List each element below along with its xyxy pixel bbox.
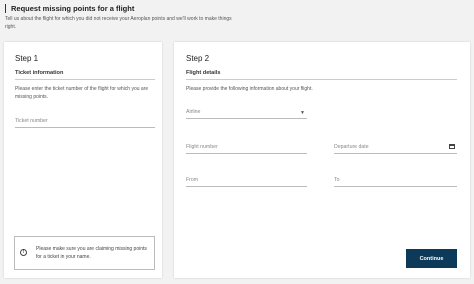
- flight-number-field[interactable]: Flight number: [186, 144, 307, 154]
- step1-card: Step 1 Ticket information Please enter t…: [4, 42, 162, 278]
- ticket-info-heading: Ticket information: [15, 70, 64, 76]
- page-title: Request missing points for a flight: [11, 3, 135, 13]
- step2-instructions: Please provide the following information…: [186, 86, 313, 92]
- from-placeholder: From: [186, 177, 199, 183]
- departure-date-field[interactable]: Departure date: [334, 144, 457, 154]
- calendar-icon[interactable]: [449, 144, 455, 149]
- title-accent-bar: [5, 3, 6, 13]
- page-intro: Tell us about the flight for which you d…: [5, 16, 232, 30]
- section-divider: [15, 79, 155, 80]
- notice-box: ! Please make sure you are claiming miss…: [14, 236, 155, 270]
- ticket-number-field[interactable]: Ticket number: [15, 118, 155, 128]
- departure-date-placeholder: Departure date: [334, 144, 369, 150]
- page-title-row: Request missing points for a flight: [5, 2, 134, 14]
- flight-details-heading: Flight details: [186, 70, 221, 76]
- notice-text: Please make sure you are claiming missin…: [36, 246, 147, 260]
- step2-card: Step 2 Flight details Please provide the…: [174, 42, 470, 278]
- to-placeholder: To: [334, 177, 340, 183]
- from-field[interactable]: From: [186, 177, 307, 187]
- flight-number-placeholder: Flight number: [186, 144, 218, 150]
- ticket-number-placeholder: Ticket number: [15, 118, 48, 124]
- airline-select[interactable]: Airline ▼: [186, 109, 307, 119]
- chevron-down-icon: ▼: [300, 110, 305, 116]
- continue-button[interactable]: Continue: [406, 249, 457, 268]
- to-field[interactable]: To: [334, 177, 457, 187]
- step1-heading: Step 1: [15, 54, 39, 63]
- section-divider: [186, 79, 457, 80]
- info-icon: !: [20, 249, 27, 256]
- step1-instructions: Please enter the ticket number of the fl…: [15, 86, 149, 100]
- step2-heading: Step 2: [186, 54, 210, 63]
- airline-placeholder: Airline: [186, 109, 201, 115]
